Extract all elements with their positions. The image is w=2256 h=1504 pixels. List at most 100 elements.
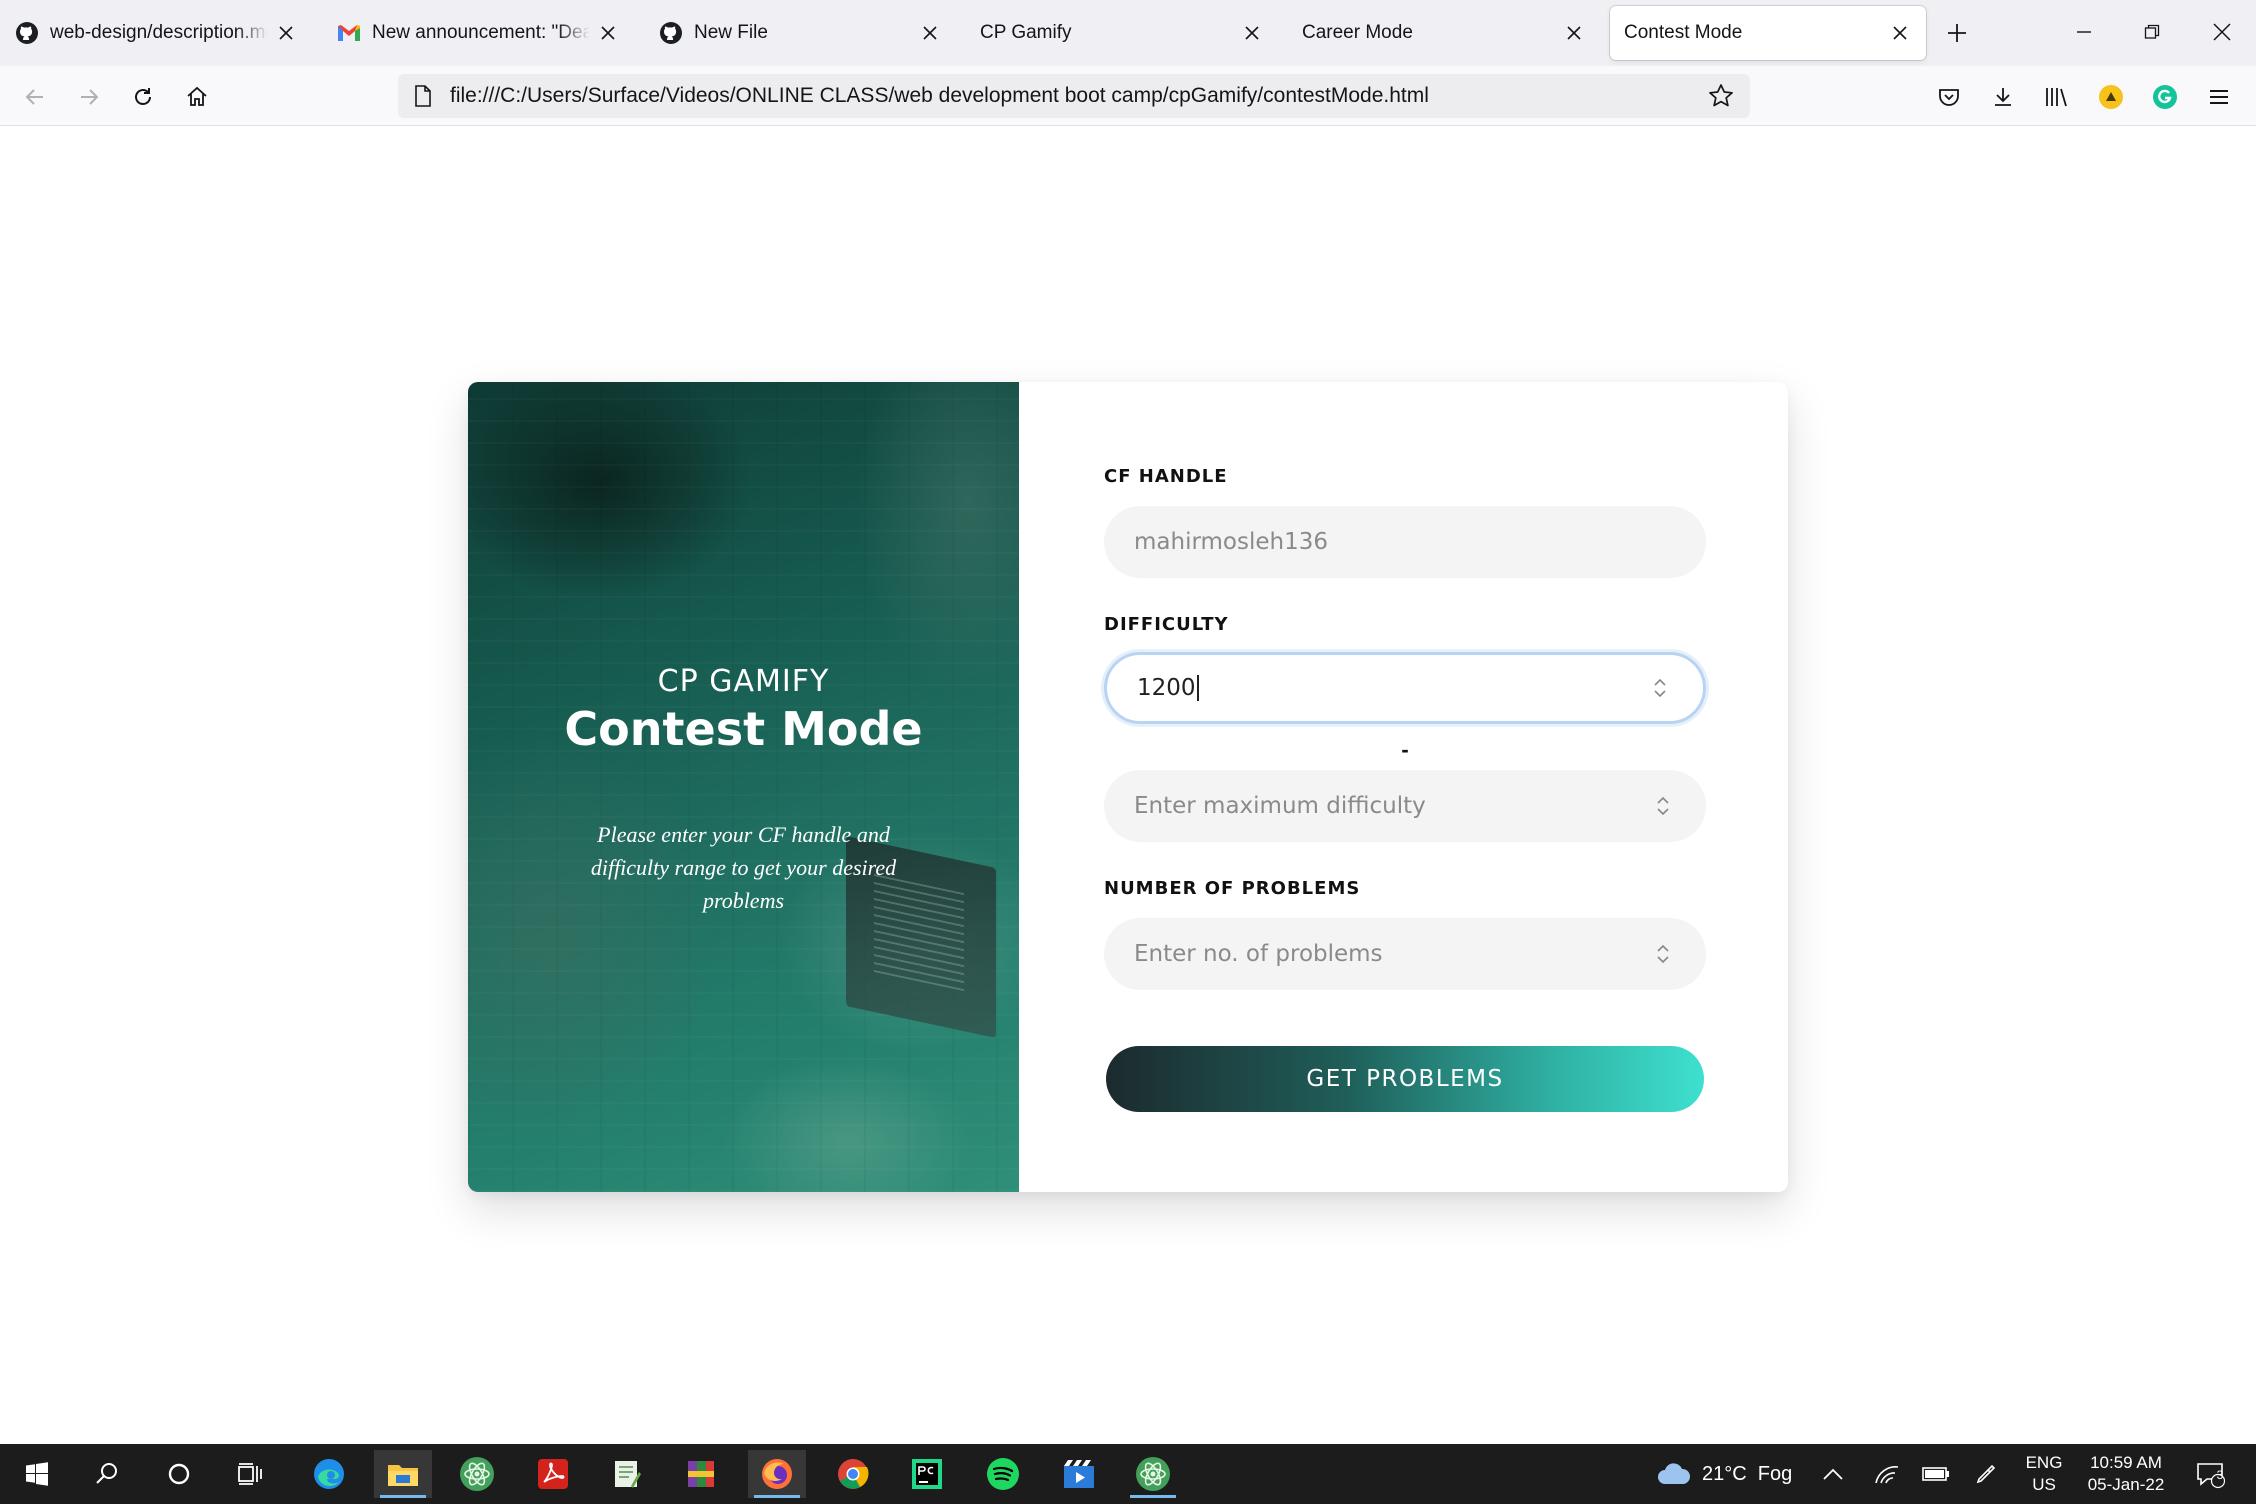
clock[interactable]: 10:59 AM 05-Jan-22 <box>2066 1452 2186 1496</box>
library-icon[interactable] <box>2040 80 2074 114</box>
close-icon[interactable] <box>1562 21 1586 45</box>
file-explorer-icon[interactable] <box>374 1450 432 1498</box>
handle-label: CF HANDLE <box>1104 466 1228 487</box>
reload-button[interactable] <box>126 80 160 114</box>
close-icon[interactable] <box>596 21 620 45</box>
page-icon <box>412 85 434 107</box>
tab-new-file[interactable]: New File <box>644 6 956 60</box>
notifications-icon[interactable]: 3 <box>2190 1444 2230 1504</box>
chrome-icon[interactable] <box>824 1450 882 1498</box>
address-bar[interactable]: file:///C:/Users/Surface/Videos/ONLINE C… <box>398 74 1750 118</box>
winrar-icon[interactable] <box>672 1450 730 1498</box>
clock-date: 05-Jan-22 <box>2087 1475 2165 1494</box>
tab-title: New File <box>694 22 768 43</box>
handle-input[interactable]: mahirmosleh136 <box>1104 506 1706 578</box>
min-difficulty-value: 1200 <box>1137 674 1196 701</box>
clock-time: 10:59 AM <box>2090 1453 2162 1472</box>
tab-career-mode[interactable]: Career Mode <box>1288 6 1600 60</box>
active-indicator <box>1130 1495 1176 1498</box>
video-editor-icon[interactable] <box>1050 1450 1108 1498</box>
pen-icon[interactable] <box>1974 1444 1998 1504</box>
close-icon[interactable] <box>918 21 942 45</box>
get-problems-button[interactable]: GET PROBLEMS <box>1106 1046 1704 1112</box>
handle-placeholder: mahirmosleh136 <box>1134 529 1328 555</box>
pycharm-icon[interactable] <box>898 1450 956 1498</box>
contest-form: CF HANDLE mahirmosleh136 DIFFICULTY 1200… <box>1019 382 1788 1192</box>
new-tab-button[interactable] <box>1942 18 1972 48</box>
min-difficulty-input[interactable]: 1200 <box>1104 652 1706 724</box>
show-hidden-icons-chevron-icon[interactable] <box>1822 1444 1844 1504</box>
battery-icon[interactable] <box>1922 1444 1950 1504</box>
spinner-icon[interactable] <box>1647 673 1673 703</box>
hero-description: Please enter your CF handle and difficul… <box>590 822 897 913</box>
tab-title: Contest Mode <box>1624 22 1743 43</box>
github-icon <box>658 20 684 46</box>
problems-label: NUMBER OF PROBLEMS <box>1104 878 1361 899</box>
notification-count: 3 <box>2216 1468 2224 1482</box>
atom-icon[interactable] <box>1124 1450 1182 1498</box>
navigation-toolbar: file:///C:/Users/Surface/Videos/ONLINE C… <box>0 66 2256 126</box>
max-difficulty-placeholder: Enter maximum difficulty <box>1134 793 1426 819</box>
hero-title: Contest Mode <box>564 702 923 756</box>
language-code: ENG <box>2025 1453 2063 1472</box>
github-icon <box>14 20 40 46</box>
max-difficulty-input[interactable]: Enter maximum difficulty <box>1104 770 1706 842</box>
edge-icon[interactable] <box>300 1450 358 1498</box>
wifi-icon[interactable] <box>1874 1444 1900 1504</box>
hero-background-image <box>468 382 1019 1192</box>
tab-gmail-announcement[interactable]: New announcement: "Dear Stu <box>322 6 634 60</box>
tab-title: web-design/description.md at <box>50 22 268 43</box>
home-button[interactable] <box>180 80 214 114</box>
minimize-button[interactable] <box>2064 14 2104 50</box>
weather-text: 21°C Fog <box>1702 1462 1793 1485</box>
back-button[interactable] <box>18 80 52 114</box>
tab-title: Career Mode <box>1302 22 1413 43</box>
tab-contest-mode[interactable]: Contest Mode <box>1610 6 1926 60</box>
forward-button[interactable] <box>72 80 106 114</box>
problems-count-input[interactable]: Enter no. of problems <box>1104 918 1706 990</box>
active-indicator <box>380 1495 426 1498</box>
tab-cp-gamify[interactable]: CP Gamify <box>966 6 1278 60</box>
atom-icon[interactable] <box>448 1450 506 1498</box>
downloads-icon[interactable] <box>1986 80 2020 114</box>
gmail-icon <box>336 20 362 46</box>
cloud-icon <box>1656 1462 1692 1486</box>
input-language[interactable]: ENG US <box>2022 1452 2066 1496</box>
notepad-icon[interactable] <box>598 1450 656 1498</box>
weather-widget[interactable]: 21°C Fog <box>1656 1444 1792 1504</box>
firefox-icon[interactable] <box>748 1450 806 1498</box>
task-view-icon[interactable] <box>222 1450 280 1498</box>
cortana-icon[interactable] <box>150 1450 208 1498</box>
hero-panel: CP GAMIFY Contest Mode Please enter your… <box>468 382 1019 1192</box>
tab-title: New announcement: "Dear Stu <box>372 22 590 43</box>
problems-placeholder: Enter no. of problems <box>1134 941 1383 967</box>
range-separator: - <box>1401 737 1409 762</box>
hero-subtitle: CP GAMIFY <box>657 664 830 699</box>
tab-title: CP Gamify <box>980 22 1072 43</box>
extension-icon[interactable] <box>2094 80 2128 114</box>
pocket-icon[interactable] <box>1932 80 1966 114</box>
spinner-icon[interactable] <box>1650 791 1676 821</box>
close-window-button[interactable] <box>2202 14 2242 50</box>
acrobat-icon[interactable] <box>524 1450 582 1498</box>
restore-button[interactable] <box>2132 14 2172 50</box>
spinner-icon[interactable] <box>1650 939 1676 969</box>
active-indicator <box>754 1495 800 1498</box>
tab-web-design[interactable]: web-design/description.md at <box>0 6 312 60</box>
windows-start-icon[interactable] <box>8 1450 66 1498</box>
close-icon[interactable] <box>1888 21 1912 45</box>
bookmark-star-icon[interactable] <box>1706 81 1736 111</box>
menu-icon[interactable] <box>2202 80 2236 114</box>
url-text[interactable]: file:///C:/Users/Surface/Videos/ONLINE C… <box>450 84 1706 108</box>
keyboard-layout: US <box>2032 1475 2056 1494</box>
spotify-icon[interactable] <box>974 1450 1032 1498</box>
windows-taskbar: 21°C Fog ENG US 10:59 AM 05-Jan-22 3 <box>0 1444 2256 1504</box>
text-cursor <box>1196 675 1199 702</box>
tab-strip: web-design/description.md at New announc… <box>0 0 2256 66</box>
difficulty-label: DIFFICULTY <box>1104 614 1229 635</box>
grammarly-icon[interactable] <box>2148 80 2182 114</box>
close-icon[interactable] <box>274 21 298 45</box>
contest-mode-card: CP GAMIFY Contest Mode Please enter your… <box>468 382 1788 1192</box>
search-icon[interactable] <box>78 1450 136 1498</box>
close-icon[interactable] <box>1240 21 1264 45</box>
